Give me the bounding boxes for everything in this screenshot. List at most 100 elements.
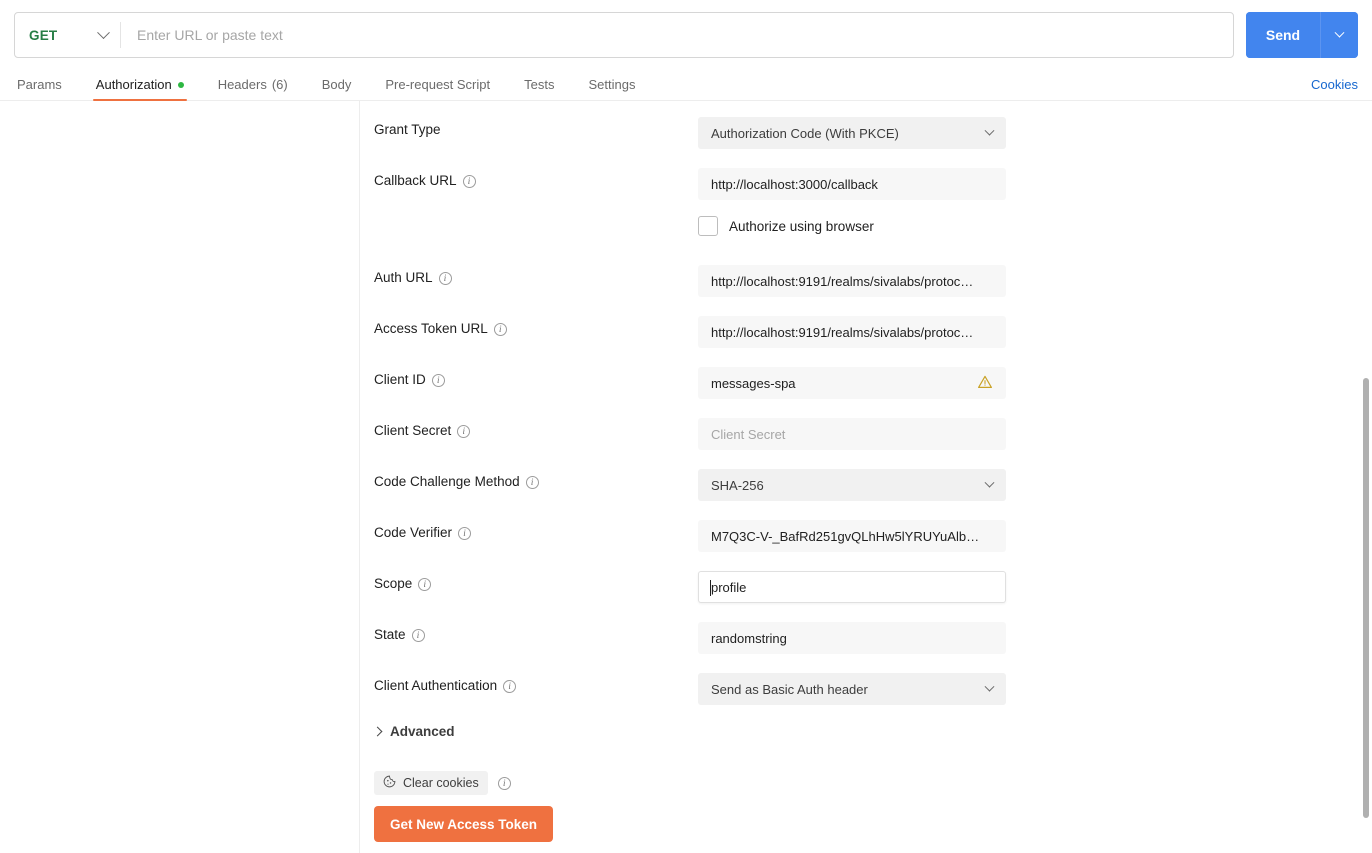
client-secret-label-group: Client Secret i: [374, 418, 698, 440]
tab-label: Params: [17, 77, 62, 92]
advanced-label: Advanced: [390, 724, 455, 739]
client-id-label-group: Client ID i: [374, 367, 698, 389]
get-new-access-token-button[interactable]: Get New Access Token: [374, 806, 554, 842]
access-token-url-label: Access Token URL: [374, 321, 488, 336]
row-auth-url: Auth URL i http://localhost:9191/realms/…: [374, 265, 1372, 297]
tab-count: (6): [271, 77, 288, 92]
callback-url-label: Callback URL: [374, 173, 457, 188]
chevron-down-icon: [97, 25, 110, 39]
client-secret-label: Client Secret: [374, 423, 452, 438]
auth-url-value: http://localhost:9191/realms/sivalabs/pr…: [711, 273, 974, 289]
scope-control: profile: [698, 571, 1006, 603]
tab-label: Body: [321, 77, 352, 92]
tab-body[interactable]: Body: [305, 77, 369, 100]
row-state: State i randomstring: [374, 622, 1372, 654]
row-client-id: Client ID i messages-spa: [374, 367, 1372, 399]
row-grant-type: Grant Type Authorization Code (With PKCE…: [374, 117, 1372, 149]
request-bar: GET Send: [0, 0, 1372, 70]
callback-url-input[interactable]: http://localhost:3000/callback: [698, 168, 1006, 200]
method-select[interactable]: GET: [15, 13, 120, 57]
info-icon[interactable]: i: [497, 776, 511, 790]
row-callback-url: Callback URL i http://localhost:3000/cal…: [374, 168, 1372, 200]
row-code-verifier: Code Verifier i M7Q3C-V-_BafRd251gvQLhHw…: [374, 520, 1372, 552]
scope-input[interactable]: profile: [698, 571, 1006, 603]
auth-url-input[interactable]: http://localhost:9191/realms/sivalabs/pr…: [698, 265, 1006, 297]
tab-label: Settings: [588, 77, 636, 92]
grant-type-control: Authorization Code (With PKCE): [698, 117, 1006, 149]
client-authentication-control: Send as Basic Auth header: [698, 673, 1006, 705]
tab-label: Authorization: [95, 77, 172, 92]
client-secret-control: Client Secret: [698, 418, 1006, 450]
row-access-token-url: Access Token URL i http://localhost:9191…: [374, 316, 1372, 348]
grant-type-value: Authorization Code (With PKCE): [711, 125, 899, 141]
info-icon[interactable]: i: [462, 174, 476, 188]
code-challenge-method-label: Code Challenge Method: [374, 474, 520, 489]
client-id-control: messages-spa: [698, 367, 1006, 399]
row-client-authentication: Client Authentication i Send as Basic Au…: [374, 673, 1372, 705]
state-label-group: State i: [374, 622, 698, 644]
client-secret-input[interactable]: Client Secret: [698, 418, 1006, 450]
clear-cookies-label: Clear cookies: [403, 776, 479, 790]
scope-value: profile: [711, 579, 747, 595]
client-authentication-label-group: Client Authentication i: [374, 673, 698, 695]
client-secret-placeholder: Client Secret: [711, 426, 786, 442]
row-client-secret: Client Secret i Client Secret: [374, 418, 1372, 450]
tab-params[interactable]: Params: [14, 77, 79, 100]
send-options-button[interactable]: [1320, 12, 1358, 58]
access-token-url-input[interactable]: http://localhost:9191/realms/sivalabs/pr…: [698, 316, 1006, 348]
authorize-browser-label[interactable]: Authorize using browser: [729, 219, 874, 234]
info-icon[interactable]: i: [458, 526, 472, 540]
tab-tests[interactable]: Tests: [507, 77, 571, 100]
tab-list: Params Authorization Headers (6) Body Pr…: [14, 77, 652, 101]
client-authentication-select[interactable]: Send as Basic Auth header: [698, 673, 1006, 705]
code-challenge-method-select[interactable]: SHA-256: [698, 469, 1006, 501]
info-icon[interactable]: i: [438, 271, 452, 285]
cookies-link[interactable]: Cookies: [1311, 77, 1358, 100]
warning-triangle-icon[interactable]: [977, 374, 993, 393]
info-icon[interactable]: i: [411, 628, 425, 642]
info-icon[interactable]: i: [431, 373, 445, 387]
body-area: Grant Type Authorization Code (With PKCE…: [0, 101, 1372, 853]
access-token-url-value: http://localhost:9191/realms/sivalabs/pr…: [711, 324, 974, 340]
vertical-scrollbar-thumb[interactable]: [1363, 378, 1369, 818]
send-button[interactable]: Send: [1246, 12, 1320, 58]
client-authentication-label: Client Authentication: [374, 678, 498, 693]
code-verifier-input[interactable]: M7Q3C-V-_BafRd251gvQLhHw5lYRUYuAlb…: [698, 520, 1006, 552]
request-tabs: Params Authorization Headers (6) Body Pr…: [0, 70, 1372, 101]
url-input[interactable]: [121, 13, 1233, 57]
info-icon[interactable]: i: [503, 679, 517, 693]
tab-settings[interactable]: Settings: [571, 77, 652, 100]
authorize-browser-checkbox[interactable]: [698, 216, 718, 236]
info-icon[interactable]: i: [418, 577, 432, 591]
code-verifier-label-group: Code Verifier i: [374, 520, 698, 542]
chevron-down-icon: [984, 477, 995, 488]
method-label: GET: [29, 27, 58, 43]
scope-label-group: Scope i: [374, 571, 698, 593]
auth-url-label-group: Auth URL i: [374, 265, 698, 287]
tab-label: Tests: [524, 77, 555, 92]
info-icon[interactable]: i: [457, 424, 471, 438]
postman-request-view: GET Send Params Authorization Headers: [0, 0, 1372, 853]
grant-type-label: Grant Type: [374, 122, 441, 137]
code-verifier-label: Code Verifier: [374, 525, 453, 540]
access-token-url-label-group: Access Token URL i: [374, 316, 698, 338]
code-challenge-method-control: SHA-256: [698, 469, 1006, 501]
grant-type-select[interactable]: Authorization Code (With PKCE): [698, 117, 1006, 149]
scope-label: Scope: [374, 576, 413, 591]
tab-authorization[interactable]: Authorization: [79, 77, 201, 101]
row-authorize-using-browser: Authorize using browser: [374, 216, 1372, 246]
info-icon[interactable]: i: [525, 475, 539, 489]
state-input[interactable]: randomstring: [698, 622, 1006, 654]
clear-cookies-row: Clear cookies i: [374, 771, 1372, 795]
row-code-challenge-method: Code Challenge Method i SHA-256: [374, 469, 1372, 501]
client-authentication-value: Send as Basic Auth header: [711, 681, 868, 697]
oauth2-form: Grant Type Authorization Code (With PKCE…: [360, 101, 1372, 842]
authorize-browser-row: Authorize using browser: [698, 216, 1006, 236]
tab-headers[interactable]: Headers (6): [201, 77, 305, 100]
advanced-toggle[interactable]: Advanced: [372, 724, 455, 739]
client-id-input[interactable]: messages-spa: [698, 367, 1006, 399]
row-scope: Scope i profile: [374, 571, 1372, 603]
tab-pre-request-script[interactable]: Pre-request Script: [368, 77, 507, 100]
info-icon[interactable]: i: [493, 322, 507, 336]
clear-cookies-button[interactable]: Clear cookies: [374, 771, 488, 795]
